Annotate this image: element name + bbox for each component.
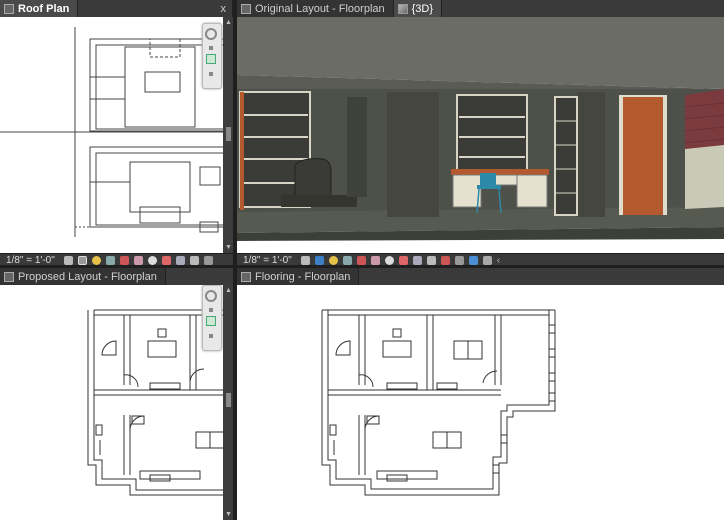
chevron-down-icon[interactable]: ▼ (224, 243, 233, 252)
floorplan-view-icon (241, 3, 251, 14)
flooring-tabbar: Flooring - Floorplan (237, 268, 724, 285)
shadows-icon[interactable] (105, 256, 115, 265)
floorplan-view-icon (241, 271, 251, 282)
show-crop-icon[interactable] (133, 256, 143, 265)
detail-level-icon[interactable] (300, 256, 310, 265)
tab-original-layout[interactable]: Original Layout - Floorplan (237, 0, 394, 17)
temporary-hide-icon[interactable] (384, 256, 394, 265)
reveal-hidden-icon[interactable] (398, 256, 408, 265)
constraints-icon[interactable] (203, 256, 213, 265)
proposed-layout-canvas[interactable] (0, 285, 223, 520)
tab-flooring[interactable]: Flooring - Floorplan (237, 268, 360, 285)
floorplan-view-icon (4, 271, 14, 282)
floorplan-view-icon (4, 3, 14, 14)
roof-plan-drawing (0, 27, 223, 237)
tab-proposed-layout-label: Proposed Layout - Floorplan (18, 270, 157, 283)
zoom-region-icon[interactable] (206, 54, 216, 64)
crop-view-icon[interactable] (119, 256, 129, 265)
chevron-down-icon[interactable] (209, 72, 213, 76)
scroll-thumb[interactable] (226, 393, 231, 407)
roof-plan-tabbar: Roof Plan x (0, 0, 233, 17)
highlight-icon[interactable] (468, 256, 478, 265)
visual-style-icon[interactable] (77, 256, 87, 265)
steering-wheel-icon[interactable] (205, 290, 217, 302)
tab-3d[interactable]: {3D} (393, 0, 443, 17)
temporary-hide-icon[interactable] (147, 256, 157, 265)
scroll-thumb[interactable] (226, 127, 231, 141)
zoom-region-icon[interactable] (206, 316, 216, 326)
roof-plan-canvas[interactable] (0, 17, 223, 253)
3d-cube-icon (397, 3, 408, 14)
tab-roof-plan-label: Roof Plan (18, 2, 70, 15)
tab-proposed-layout[interactable]: Proposed Layout - Floorplan (0, 268, 166, 285)
reveal-hidden-icon[interactable] (161, 256, 171, 265)
lock-view-icon[interactable] (426, 256, 436, 265)
detail-level-icon[interactable] (63, 256, 73, 265)
worksharing-icon[interactable] (175, 256, 185, 265)
flooring-floorplan-drawing (321, 309, 556, 496)
close-icon: x (220, 2, 227, 15)
tab-flooring-label: Flooring - Floorplan (255, 270, 351, 283)
chevron-down-icon[interactable] (209, 308, 213, 312)
tab-roof-plan[interactable]: Roof Plan (0, 0, 79, 17)
constraints-icon[interactable] (454, 256, 464, 265)
analysis-icon[interactable] (440, 256, 450, 265)
show-crop-icon[interactable] (370, 256, 380, 265)
original-layout-tabbar: Original Layout - Floorplan {3D} (237, 0, 724, 17)
3d-view-canvas[interactable] (237, 17, 724, 253)
sun-path-icon[interactable] (91, 256, 101, 265)
tab-original-layout-label: Original Layout - Floorplan (255, 2, 385, 15)
tab-3d-label: {3D} (411, 2, 434, 15)
chevron-down-icon[interactable] (209, 334, 213, 338)
chevron-up-icon[interactable]: ▲ (224, 18, 233, 27)
close-roof-plan-button[interactable]: x (214, 0, 233, 17)
worksharing-icon[interactable] (412, 256, 422, 265)
chevron-up-icon[interactable]: ▲ (224, 286, 233, 295)
displacement-icon[interactable] (482, 256, 492, 265)
steering-wheel-icon[interactable] (205, 28, 217, 40)
proposed-floorplan-drawing (87, 309, 223, 496)
3d-interior-render (237, 17, 724, 241)
crop-view-icon[interactable] (356, 256, 366, 265)
visual-style-icon[interactable] (314, 256, 324, 265)
chevron-down-icon[interactable] (209, 46, 213, 50)
proposed-navigation-bar[interactable] (202, 285, 222, 351)
proposed-layout-tabbar: Proposed Layout - Floorplan (0, 268, 233, 285)
chevron-down-icon[interactable]: ▼ (224, 510, 233, 519)
analysis-icon[interactable] (189, 256, 199, 265)
sun-path-icon[interactable] (328, 256, 338, 265)
flooring-canvas[interactable] (237, 285, 724, 520)
shadows-icon[interactable] (342, 256, 352, 265)
roof-navigation-bar[interactable] (202, 23, 222, 89)
